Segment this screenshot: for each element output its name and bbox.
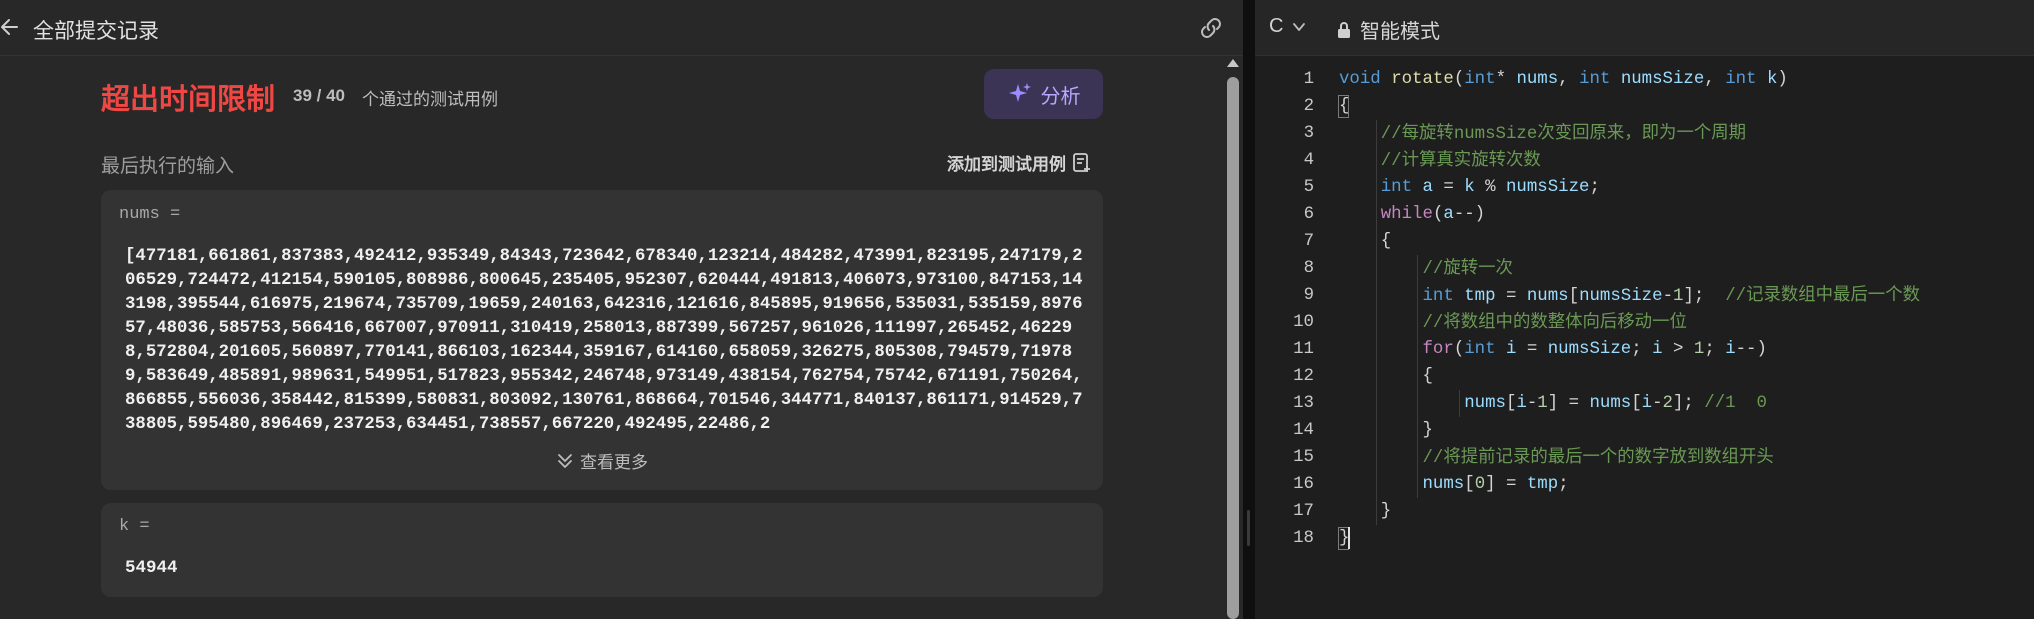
smart-mode-label: 智能模式 <box>1360 19 1440 43</box>
add-to-testcase-label: 添加到测试用例 <box>947 155 1066 175</box>
lock-icon <box>1338 21 1350 38</box>
smart-mode-toggle[interactable]: 智能模式 <box>1336 15 1440 44</box>
resize-grip[interactable] <box>1247 510 1250 546</box>
submission-header: 全部提交记录 <box>0 0 1243 56</box>
chevron-down-icon <box>1293 22 1306 31</box>
code-text[interactable]: { <box>1339 228 1391 255</box>
line-number: 16 <box>1293 475 1314 494</box>
line-number: 9 <box>1303 286 1314 305</box>
bracket-match-highlight <box>1338 95 1349 118</box>
line-number: 11 <box>1293 340 1314 359</box>
code-text[interactable]: { <box>1339 363 1432 390</box>
editor-toolbar: C 智能模式 <box>1255 0 2034 56</box>
code-text[interactable]: for(int i = numsSize; i > 1; i--) <box>1339 336 1767 363</box>
indent-guide <box>1375 120 1377 525</box>
k-label: k = <box>119 517 150 536</box>
code-line[interactable]: 18} <box>1255 525 2034 552</box>
line-number: 13 <box>1293 394 1314 413</box>
code-line[interactable]: 17 } <box>1255 498 2034 525</box>
last-input-heading: 最后执行的输入 <box>101 155 235 177</box>
indent-guide <box>1459 390 1461 417</box>
language-select[interactable]: C <box>1269 15 1307 38</box>
sparkle-icon <box>1008 83 1031 102</box>
code-text[interactable]: int a = k % numsSize; <box>1339 174 1600 201</box>
code-text[interactable]: //每旋转numsSize次变回原来，即为一个周期 <box>1339 120 1746 148</box>
code-line[interactable]: 16 nums[0] = tmp; <box>1255 471 2034 498</box>
vertical-scrollbar[interactable] <box>1223 57 1243 619</box>
k-value: 54944 <box>125 558 178 578</box>
code-line[interactable]: 12 { <box>1255 363 2034 390</box>
passed-label: 个通过的测试用例 <box>362 90 498 110</box>
code-line[interactable]: 1 void rotate(int* nums, int numsSize, in… <box>1255 66 2034 93</box>
link-icon[interactable] <box>1197 15 1225 41</box>
language-label: C <box>1269 15 1284 37</box>
analyze-label: 分析 <box>1040 83 1081 108</box>
line-number: 18 <box>1293 529 1314 548</box>
indent-guide <box>1417 255 1419 498</box>
code-line[interactable]: 8 //旋转一次 <box>1255 255 2034 282</box>
code-line[interactable]: 9 int tmp = nums[numsSize-1]; //记录数组中最后一… <box>1255 282 2034 309</box>
code-text[interactable]: } <box>1339 417 1432 444</box>
code-line[interactable]: 3 //每旋转numsSize次变回原来，即为一个周期 <box>1255 120 2034 147</box>
passed-count: 39 / 40 <box>293 86 345 105</box>
code-line[interactable]: 10 //将数组中的数整体向后移动一位 <box>1255 309 2034 336</box>
code-line[interactable]: 14 } <box>1255 417 2034 444</box>
code-text[interactable]: while(a--) <box>1339 201 1485 228</box>
input-card-nums: nums = [477181,661861,837383,492412,9353… <box>101 190 1103 490</box>
see-more-label: 查看更多 <box>580 453 648 473</box>
code-text[interactable]: //计算真实旋转次数 <box>1339 147 1541 175</box>
code-line[interactable]: 7 { <box>1255 228 2034 255</box>
scroll-up-arrow[interactable] <box>1227 59 1239 67</box>
code-text[interactable]: int tmp = nums[numsSize-1]; //记录数组中最后一个数 <box>1339 282 1920 310</box>
line-number: 5 <box>1303 178 1314 197</box>
text-cursor <box>1348 527 1350 549</box>
result-status: 超出时间限制 <box>101 82 276 116</box>
code-text[interactable]: nums[0] = tmp; <box>1339 471 1569 498</box>
code-line[interactable]: 11 for(int i = numsSize; i > 1; i--) <box>1255 336 2034 363</box>
panel-resize-handle[interactable] <box>1243 0 1255 619</box>
line-number: 1 <box>1303 70 1314 89</box>
code-editor[interactable]: 1 void rotate(int* nums, int numsSize, in… <box>1255 66 2034 619</box>
input-card-k: k = 54944 <box>101 503 1103 597</box>
line-number: 3 <box>1303 124 1314 143</box>
line-number: 7 <box>1303 232 1314 251</box>
nums-value: [477181,661861,837383,492412,935349,8434… <box>125 247 1083 434</box>
code-text[interactable]: } <box>1339 498 1391 525</box>
code-text[interactable]: //将提前记录的最后一个的数字放到数组开头 <box>1339 444 1774 472</box>
code-line[interactable]: 13 nums[i-1] = nums[i-2]; //1 0 <box>1255 390 2034 417</box>
line-number: 14 <box>1293 421 1314 440</box>
submission-detail-panel: 全部提交记录 超出时间限制 39 / 40 个通过的测试用例 分析 最后执行的输… <box>0 0 1243 619</box>
code-line[interactable]: 5 int a = k % numsSize; <box>1255 174 2034 201</box>
code-text[interactable]: //旋转一次 <box>1339 255 1513 283</box>
line-number: 12 <box>1293 367 1314 386</box>
code-editor-panel: C 智能模式 1 void rotate(int* nums, int numsS… <box>1255 0 2034 619</box>
line-number: 8 <box>1303 259 1314 278</box>
code-line[interactable]: 4 //计算真实旋转次数 <box>1255 147 2034 174</box>
code-line[interactable]: 6 while(a--) <box>1255 201 2034 228</box>
arrow-left-icon[interactable] <box>0 16 20 38</box>
analyze-button[interactable]: 分析 <box>984 69 1103 119</box>
line-number: 2 <box>1303 97 1314 116</box>
nums-label: nums = <box>119 205 181 224</box>
line-number: 6 <box>1303 205 1314 224</box>
add-to-list-icon <box>1073 152 1090 172</box>
scroll-thumb[interactable] <box>1227 77 1239 619</box>
see-more-button[interactable]: 查看更多 <box>101 448 1103 473</box>
line-number: 4 <box>1303 151 1314 170</box>
line-number: 17 <box>1293 502 1314 521</box>
code-line[interactable]: 15 //将提前记录的最后一个的数字放到数组开头 <box>1255 444 2034 471</box>
all-submissions-title[interactable]: 全部提交记录 <box>33 15 159 45</box>
code-text[interactable]: void rotate(int* nums, int numsSize, int… <box>1339 66 1788 93</box>
code-text[interactable]: nums[i-1] = nums[i-2]; //1 0 <box>1339 390 1767 417</box>
code-text[interactable]: //将数组中的数整体向后移动一位 <box>1339 309 1687 337</box>
line-number: 15 <box>1293 448 1314 467</box>
code-line[interactable]: 2{ <box>1255 93 2034 120</box>
add-to-testcase-button[interactable]: 添加到测试用例 <box>947 150 1092 175</box>
line-number: 10 <box>1293 313 1314 332</box>
double-chevron-down-icon <box>558 453 572 468</box>
